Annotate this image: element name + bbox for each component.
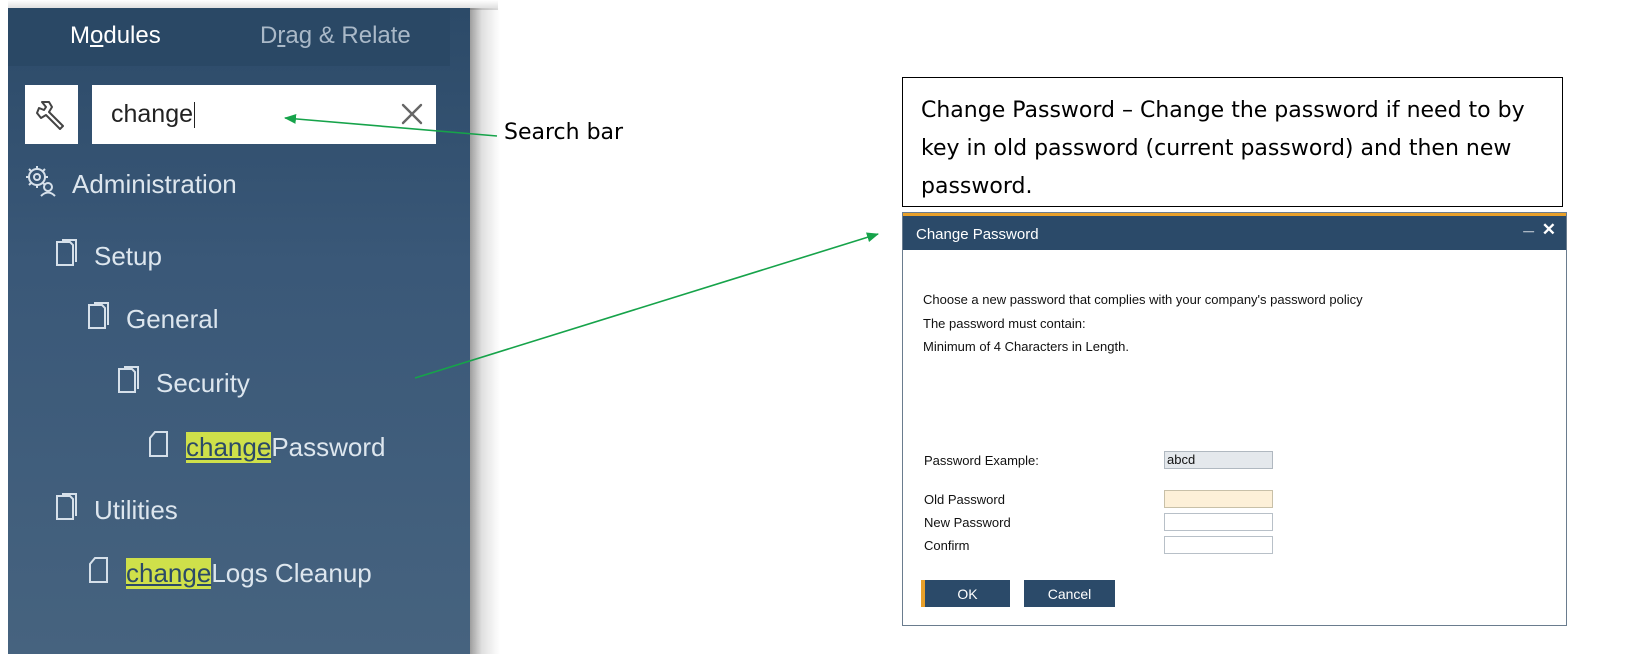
search-bar-arrow <box>284 113 498 137</box>
change-password-dialog: Change Password _ ✕ Choose a new passwor… <box>902 212 1567 626</box>
cancel-button[interactable]: Cancel <box>1024 580 1115 607</box>
confirm-password-label: Confirm <box>924 538 970 553</box>
old-password-field[interactable] <box>1164 490 1273 508</box>
description-box: Change Password – Change the password if… <box>902 77 1563 207</box>
password-example-label: Password Example: <box>924 453 1039 468</box>
dialog-title-bar: Change Password _ ✕ <box>903 213 1566 250</box>
ok-button[interactable]: OK <box>921 580 1010 607</box>
confirm-password-field[interactable] <box>1164 536 1273 554</box>
close-button[interactable]: ✕ <box>1542 220 1556 240</box>
search-bar-annotation: Search bar <box>504 120 624 145</box>
policy-line: Minimum of 4 Characters in Length. <box>923 339 1129 354</box>
password-example-field: abcd <box>1164 451 1273 469</box>
new-password-field[interactable] <box>1164 513 1273 531</box>
new-password-label: New Password <box>924 515 1011 530</box>
policy-line: Choose a new password that complies with… <box>923 292 1363 307</box>
policy-line: The password must contain: <box>923 316 1086 331</box>
old-password-label: Old Password <box>924 492 1005 507</box>
dialog-arrow <box>414 232 879 379</box>
minimize-button[interactable]: _ <box>1523 214 1534 236</box>
dialog-title: Change Password <box>916 226 1039 243</box>
